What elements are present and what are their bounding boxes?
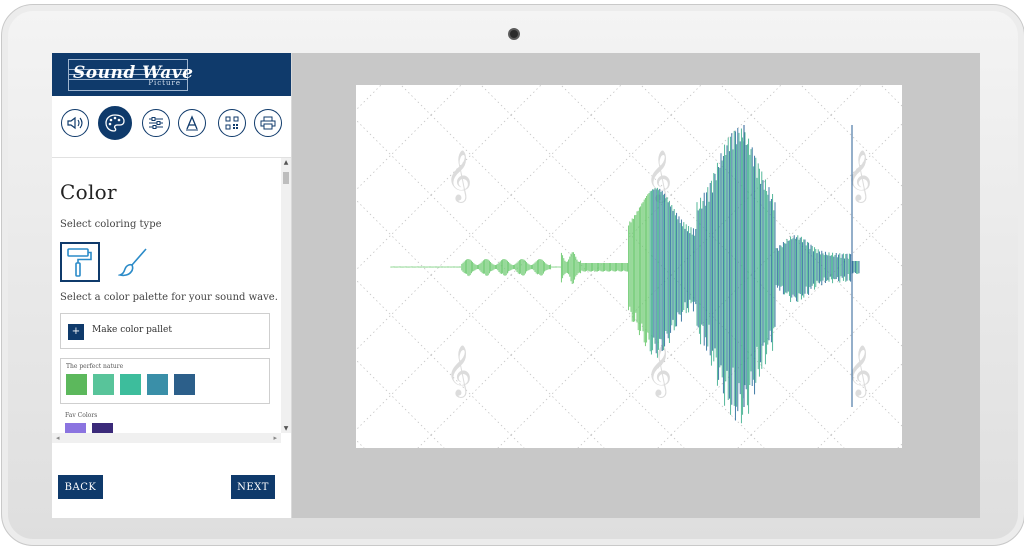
sound-icon: [67, 116, 83, 130]
text-icon: [186, 115, 198, 131]
tool-bar: [52, 106, 291, 149]
treble-clef-icon: 𝄞: [846, 150, 872, 203]
printer-icon: [260, 116, 276, 130]
paint-brush-icon: [118, 248, 147, 277]
palette-tool-button[interactable]: [98, 106, 132, 140]
plus-icon: +: [68, 324, 84, 340]
sound-tool-button[interactable]: [61, 109, 89, 137]
palette-prompt: Select a color palette for your sound wa…: [60, 292, 278, 303]
options-scroll-area[interactable]: Color Select coloring type Select a colo…: [52, 158, 291, 443]
palette-option-perfect-nature[interactable]: The perfect nature: [60, 358, 270, 404]
qr-tool-button[interactable]: [218, 109, 246, 137]
coloring-type-label: Select coloring type: [60, 219, 162, 230]
vertical-scrollbar[interactable]: ▲ ▼: [281, 158, 291, 433]
scroll-right-icon[interactable]: ▸: [273, 433, 277, 443]
treble-clef-icon: 𝄞: [446, 150, 472, 203]
text-tool-button[interactable]: [178, 109, 206, 137]
header-bar: Sound Wave Picture: [52, 53, 291, 96]
wave-preview-canvas: 𝄞 𝄞 𝄞 𝄞 𝄞 𝄞: [356, 85, 902, 448]
next-button[interactable]: NEXT: [231, 475, 275, 499]
editor-panel: Sound Wave Picture Color Select coloring…: [52, 53, 292, 518]
back-button[interactable]: BACK: [58, 475, 103, 499]
print-tool-button[interactable]: [254, 109, 282, 137]
scroll-thumb[interactable]: [283, 172, 289, 184]
horizontal-scrollbar[interactable]: ◂ ▸: [52, 433, 281, 443]
scroll-up-icon[interactable]: ▲: [281, 159, 291, 166]
roller-coloring-option[interactable]: [60, 242, 100, 282]
treble-clef-icon: 𝄞: [646, 345, 672, 398]
palette-name: Fav Colors: [65, 412, 98, 419]
make-palette-label: Make color pallet: [92, 325, 172, 335]
palette-name: The perfect nature: [66, 363, 124, 370]
scroll-down-icon[interactable]: ▼: [281, 425, 291, 432]
section-title: Color: [60, 180, 117, 204]
color-swatch: [66, 374, 87, 395]
laptop-frame: Sound Wave Picture Color Select coloring…: [1, 4, 1024, 546]
treble-clef-icon: 𝄞: [846, 345, 872, 398]
sliders-icon: [149, 117, 163, 129]
sound-wave-picture: 𝄞 𝄞 𝄞𝄞 𝄞 𝄞: [356, 85, 902, 448]
qr-code-icon: [225, 116, 239, 130]
make-palette-button[interactable]: + Make color pallet: [60, 313, 270, 349]
color-swatch: [93, 374, 114, 395]
palette-icon: [105, 114, 125, 132]
treble-clef-icon: 𝄞: [446, 345, 472, 398]
color-swatch: [147, 374, 168, 395]
brush-coloring-option[interactable]: [114, 242, 154, 282]
adjust-tool-button[interactable]: [142, 109, 170, 137]
color-swatch: [174, 374, 195, 395]
logo-subtext: Picture: [148, 79, 181, 87]
camera-icon: [508, 28, 520, 40]
paint-roller-icon: [67, 248, 92, 277]
screen: Sound Wave Picture Color Select coloring…: [52, 53, 980, 518]
color-swatch: [120, 374, 141, 395]
scroll-left-icon[interactable]: ◂: [56, 433, 60, 443]
logo[interactable]: Sound Wave Picture: [68, 59, 193, 91]
